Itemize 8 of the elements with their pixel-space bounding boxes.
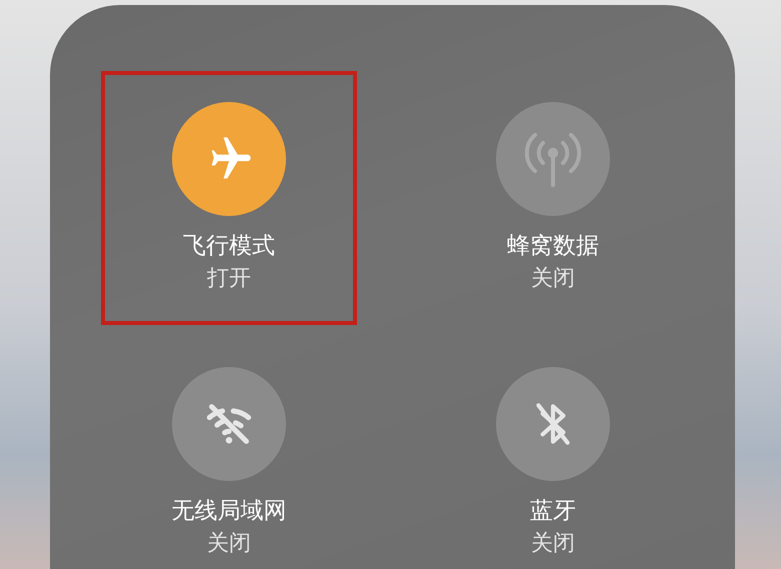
toggle-label: 蜂窝数据 [507,232,599,261]
toggle-status: 关闭 [531,265,575,293]
toggle-label: 无线局域网 [172,497,286,526]
toggle-label: 蓝牙 [530,497,576,526]
toggle-status: 关闭 [207,530,251,558]
toggle-label: 飞行模式 [183,232,275,261]
toggle-status: 关闭 [531,530,575,558]
toggle-status: 打开 [207,265,251,293]
